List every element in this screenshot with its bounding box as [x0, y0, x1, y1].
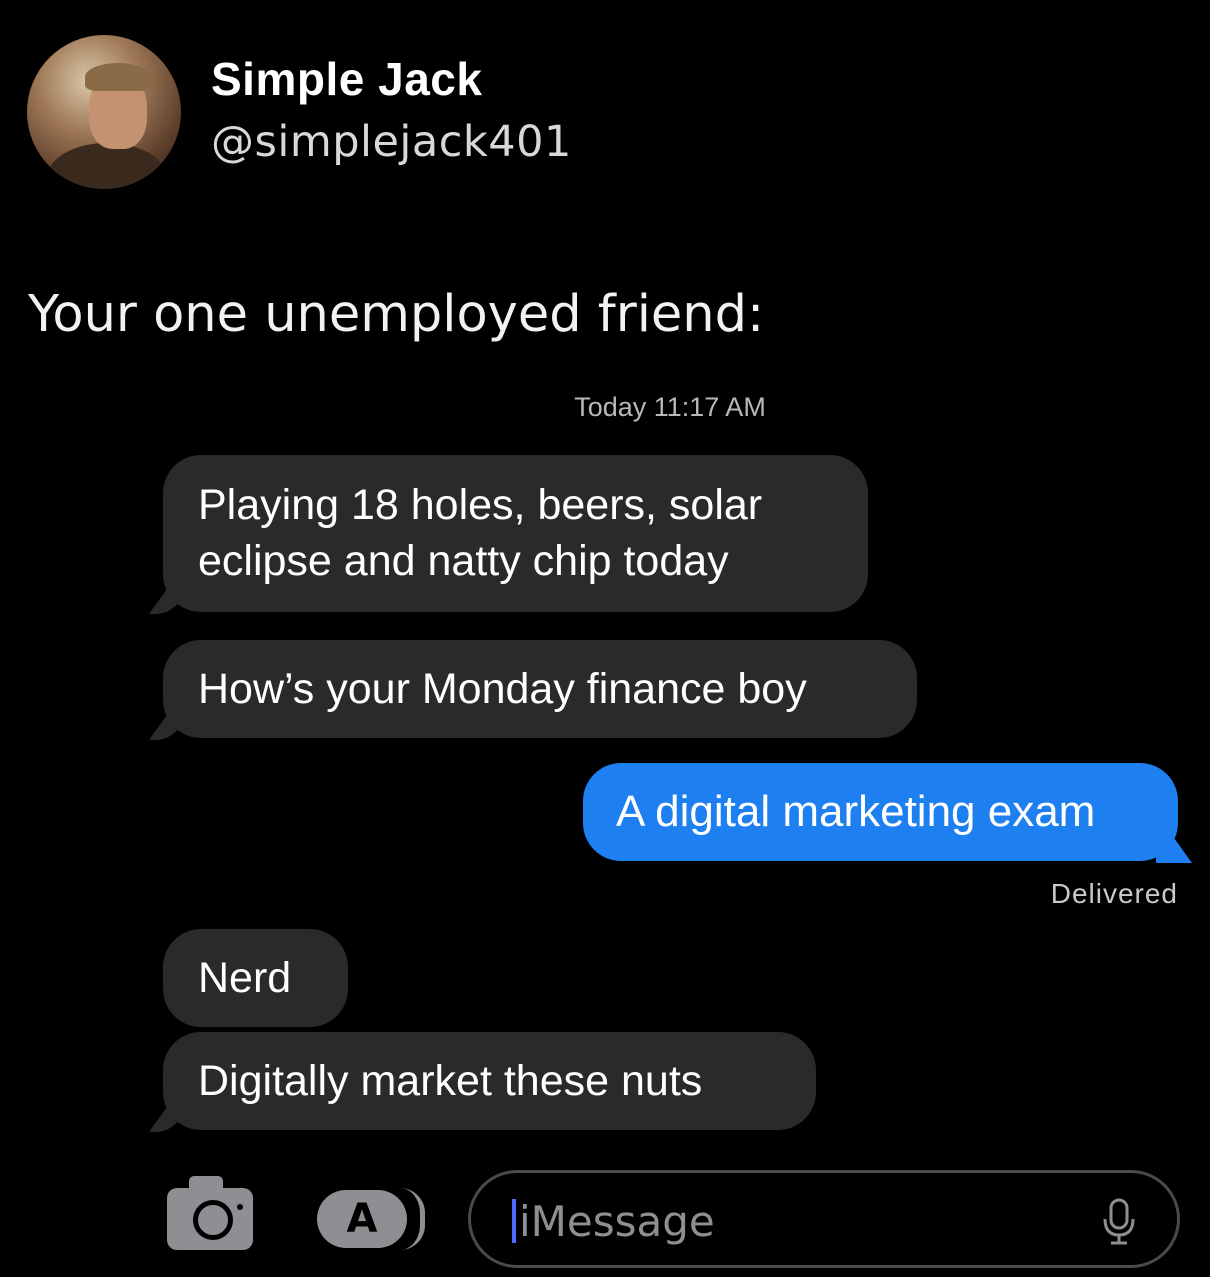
tweet-text: Your one unemployed friend:	[28, 285, 765, 344]
message-timestamp: Today 11:17 AM	[574, 392, 766, 422]
message-bubble-incoming: Playing 18 holes, beers, solar eclipse a…	[149, 455, 868, 614]
camera-flash-dot	[237, 1204, 243, 1210]
app-store-icon[interactable]: A	[317, 1190, 407, 1248]
app-store-icon-edge	[400, 1188, 425, 1250]
microphone-icon[interactable]	[1099, 1197, 1139, 1247]
message-input[interactable]: iMessage	[468, 1170, 1180, 1268]
message-text-line: Playing 18 holes, beers, solar	[198, 481, 763, 529]
message-text: Digitally market these nuts	[198, 1057, 703, 1105]
message-text-line: eclipse and natty chip today	[198, 537, 729, 585]
camera-lens	[193, 1200, 233, 1240]
text-cursor	[512, 1199, 516, 1243]
message-bubble-outgoing: A digital marketing exam	[583, 763, 1192, 863]
avatar-hair	[85, 63, 151, 91]
message-input-placeholder: iMessage	[519, 1197, 715, 1246]
avatar-shoulders	[47, 143, 167, 189]
camera-icon[interactable]	[167, 1176, 253, 1250]
message-text: A digital marketing exam	[616, 787, 1096, 836]
bubble-tail	[149, 710, 185, 740]
message-text: Nerd	[198, 954, 292, 1002]
avatar	[27, 35, 181, 189]
profile-handle: @simplejack401	[211, 117, 572, 167]
message-bubble-incoming: How’s your Monday finance boy	[149, 640, 917, 740]
message-text: How’s your Monday finance boy	[198, 665, 807, 713]
bubble-tail	[149, 1102, 185, 1132]
message-bubble-incoming: Nerd	[163, 929, 348, 1027]
bubble-tail	[149, 584, 185, 614]
camera-bump	[189, 1176, 223, 1190]
delivered-status: Delivered	[1050, 878, 1178, 909]
profile-name: Simple Jack	[211, 53, 483, 105]
message-bubble-incoming: Digitally market these nuts	[149, 1032, 816, 1132]
